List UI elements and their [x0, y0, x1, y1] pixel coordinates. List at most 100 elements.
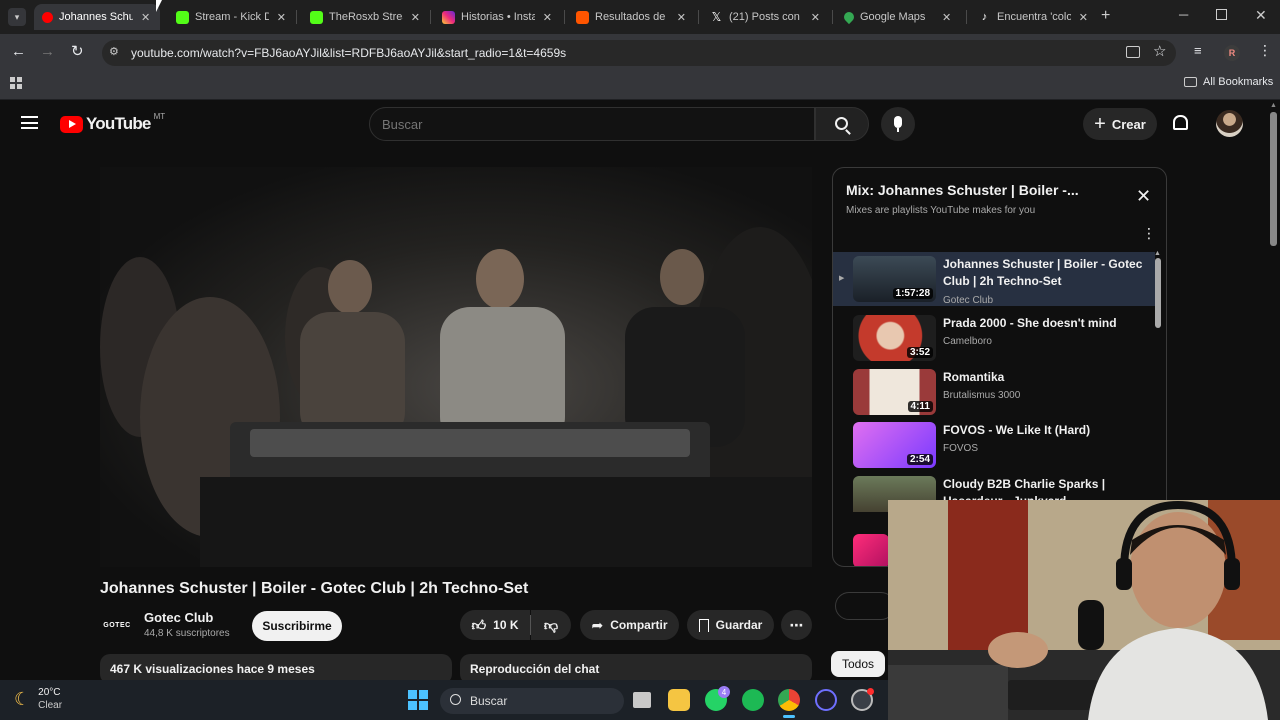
apps-grid-icon[interactable] [10, 77, 22, 89]
page-scroll-up-arrow[interactable]: ▲ [1270, 102, 1277, 109]
streamer-head [1130, 512, 1226, 628]
duration-badge: 2:54 [906, 454, 933, 465]
playlist-scrollbar[interactable] [1155, 258, 1161, 328]
video-player[interactable] [100, 167, 812, 567]
new-tab-button[interactable]: + [1101, 7, 1110, 25]
minimize-button[interactable]: ─ [1179, 7, 1188, 22]
taskbar-search[interactable]: Buscar [440, 688, 624, 714]
more-actions-button[interactable]: ⋯ [781, 610, 812, 640]
dislike-button[interactable]: 👎︎ [531, 610, 571, 640]
task-view-icon[interactable] [633, 692, 651, 708]
page-scrollbar[interactable] [1270, 112, 1277, 246]
playlist-title[interactable]: Mix: Johannes Schuster | Boiler -... [846, 182, 1079, 198]
chrome-active-indicator [783, 715, 795, 718]
search-input[interactable] [382, 112, 802, 136]
tab-soundcloud[interactable]: Resultados de ra ✕ [568, 4, 694, 30]
bookmark-star-icon[interactable]: ☆ [1153, 42, 1166, 60]
user-avatar[interactable] [1216, 110, 1243, 137]
windows-start-button[interactable] [408, 690, 428, 710]
tab-kick-therosxb[interactable]: TheRosxb Stream ✕ [302, 4, 428, 30]
dj-head-center [476, 249, 524, 309]
booth-front [200, 477, 812, 567]
channel-avatar[interactable]: GOTEC [100, 610, 134, 640]
file-explorer-icon[interactable] [668, 689, 690, 711]
tab-label: Encuentra 'colo [997, 11, 1071, 23]
url-text[interactable]: youtube.com/watch?v=FBJ6aoAYJil&list=RDF… [131, 46, 566, 60]
close-icon[interactable]: ✕ [277, 11, 286, 24]
tab-google-maps[interactable]: Google Maps ✕ [836, 4, 962, 30]
video-title: Johannes Schuster | Boiler - Gotec Club … [100, 580, 529, 597]
close-icon[interactable]: ✕ [411, 11, 420, 24]
playlist-item[interactable]: 3:52 Prada 2000 - She doesn't mind Camel… [833, 311, 1155, 365]
save-button[interactable]: Guardar [687, 610, 774, 640]
scroll-up-arrow[interactable]: ▲ [1154, 250, 1161, 257]
chat-replay-label: Reproducción del chat [470, 662, 600, 676]
playlist-item[interactable]: ▶ 1:57:28 Johannes Schuster | Boiler - G… [833, 252, 1155, 306]
more-horizontal-icon: ⋯ [789, 616, 804, 633]
chip-placeholder[interactable] [835, 592, 895, 620]
channel-name[interactable]: Gotec Club [144, 610, 213, 625]
reload-button[interactable]: ↻ [71, 42, 84, 60]
tab-separator [832, 10, 833, 24]
chevron-down-icon: ▾ [14, 11, 20, 22]
close-icon[interactable]: ✕ [141, 11, 150, 24]
maximize-button[interactable] [1216, 9, 1227, 20]
notifications-bell-icon[interactable] [1173, 115, 1188, 130]
video-thumbnail: 3:52 [853, 315, 936, 361]
playlist-menu-icon[interactable]: ⋮ [1142, 225, 1156, 242]
tab-instagram[interactable]: Historias • Instag ✕ [434, 4, 560, 30]
close-icon[interactable]: ✕ [942, 11, 951, 24]
tab-x[interactable]: 𝕏 (21) Posts con co ✕ [702, 4, 828, 30]
views-and-date: 467 K visualizaciones hace 9 meses [110, 662, 315, 676]
filter-chip-todos[interactable]: Todos [831, 651, 885, 677]
youtube-play-icon [60, 115, 83, 133]
share-button[interactable]: ➦ Compartir [580, 610, 679, 640]
close-icon[interactable]: ✕ [811, 11, 820, 24]
tab-separator [698, 10, 699, 24]
youtube-logo[interactable]: YouTube MT [60, 112, 165, 134]
tab-kick-stream[interactable]: Stream - Kick Da ✕ [168, 4, 294, 30]
hamburger-menu-icon[interactable] [21, 116, 38, 129]
all-bookmarks-button[interactable]: All Bookmarks [1184, 76, 1273, 88]
tab-search-button[interactable]: ▾ [8, 8, 26, 26]
tab-label: Stream - Kick Da [195, 11, 269, 23]
site-info-icon[interactable]: ⚙ [109, 45, 123, 59]
close-playlist-button[interactable]: ✕ [1136, 186, 1151, 207]
playlist-item-title: Prada 2000 - She doesn't mind [943, 316, 1117, 330]
playlist-item-channel: Brutalismus 3000 [943, 390, 1021, 401]
windows-logo-cell [419, 701, 428, 710]
tab-label: Resultados de ra [595, 11, 669, 23]
microphone [1078, 600, 1104, 650]
close-icon[interactable]: ✕ [543, 11, 552, 24]
tab-youtube[interactable]: Johannes Schust ✕ [34, 4, 160, 30]
spotify-icon[interactable] [742, 689, 764, 711]
subscribe-button[interactable]: Suscribirme [252, 611, 342, 641]
close-icon[interactable]: ✕ [1079, 11, 1088, 24]
like-button[interactable]: 👍︎ 10 K [460, 610, 530, 640]
windows-logo-cell [408, 701, 417, 710]
media-controls-icon[interactable]: ≡ [1194, 43, 1202, 58]
close-window-button[interactable]: ✕ [1255, 7, 1267, 24]
playlist-item[interactable]: 2:54 FOVOS - We Like It (Hard) FOVOS [833, 418, 1155, 472]
create-button[interactable]: + Crear [1083, 108, 1157, 140]
close-icon[interactable]: ✕ [677, 11, 686, 24]
obs-icon[interactable] [815, 689, 837, 711]
voice-search-button[interactable] [881, 107, 915, 141]
install-app-icon[interactable] [1126, 46, 1140, 58]
instagram-icon [442, 10, 455, 24]
notification-dot [867, 688, 874, 695]
browser-menu-icon[interactable]: ⋮ [1258, 42, 1272, 59]
apps-grid-cell [10, 77, 15, 82]
weather-widget[interactable]: ☾ 20°C Clear [14, 686, 62, 712]
profile-avatar[interactable]: R [1224, 45, 1240, 61]
video-thumbnail[interactable] [853, 534, 889, 566]
forward-button[interactable]: → [40, 43, 55, 60]
playlist-item[interactable]: 4:11 Romantika Brutalismus 3000 [833, 365, 1155, 419]
microphone-icon [894, 116, 902, 128]
mouse-cursor [156, 0, 162, 12]
chrome-icon[interactable] [778, 689, 800, 711]
back-button[interactable]: ← [11, 43, 26, 60]
search-button[interactable] [815, 107, 869, 141]
tab-tiktok[interactable]: ♪ Encuentra 'colo ✕ [970, 4, 1096, 30]
folder-icon [1184, 77, 1197, 87]
